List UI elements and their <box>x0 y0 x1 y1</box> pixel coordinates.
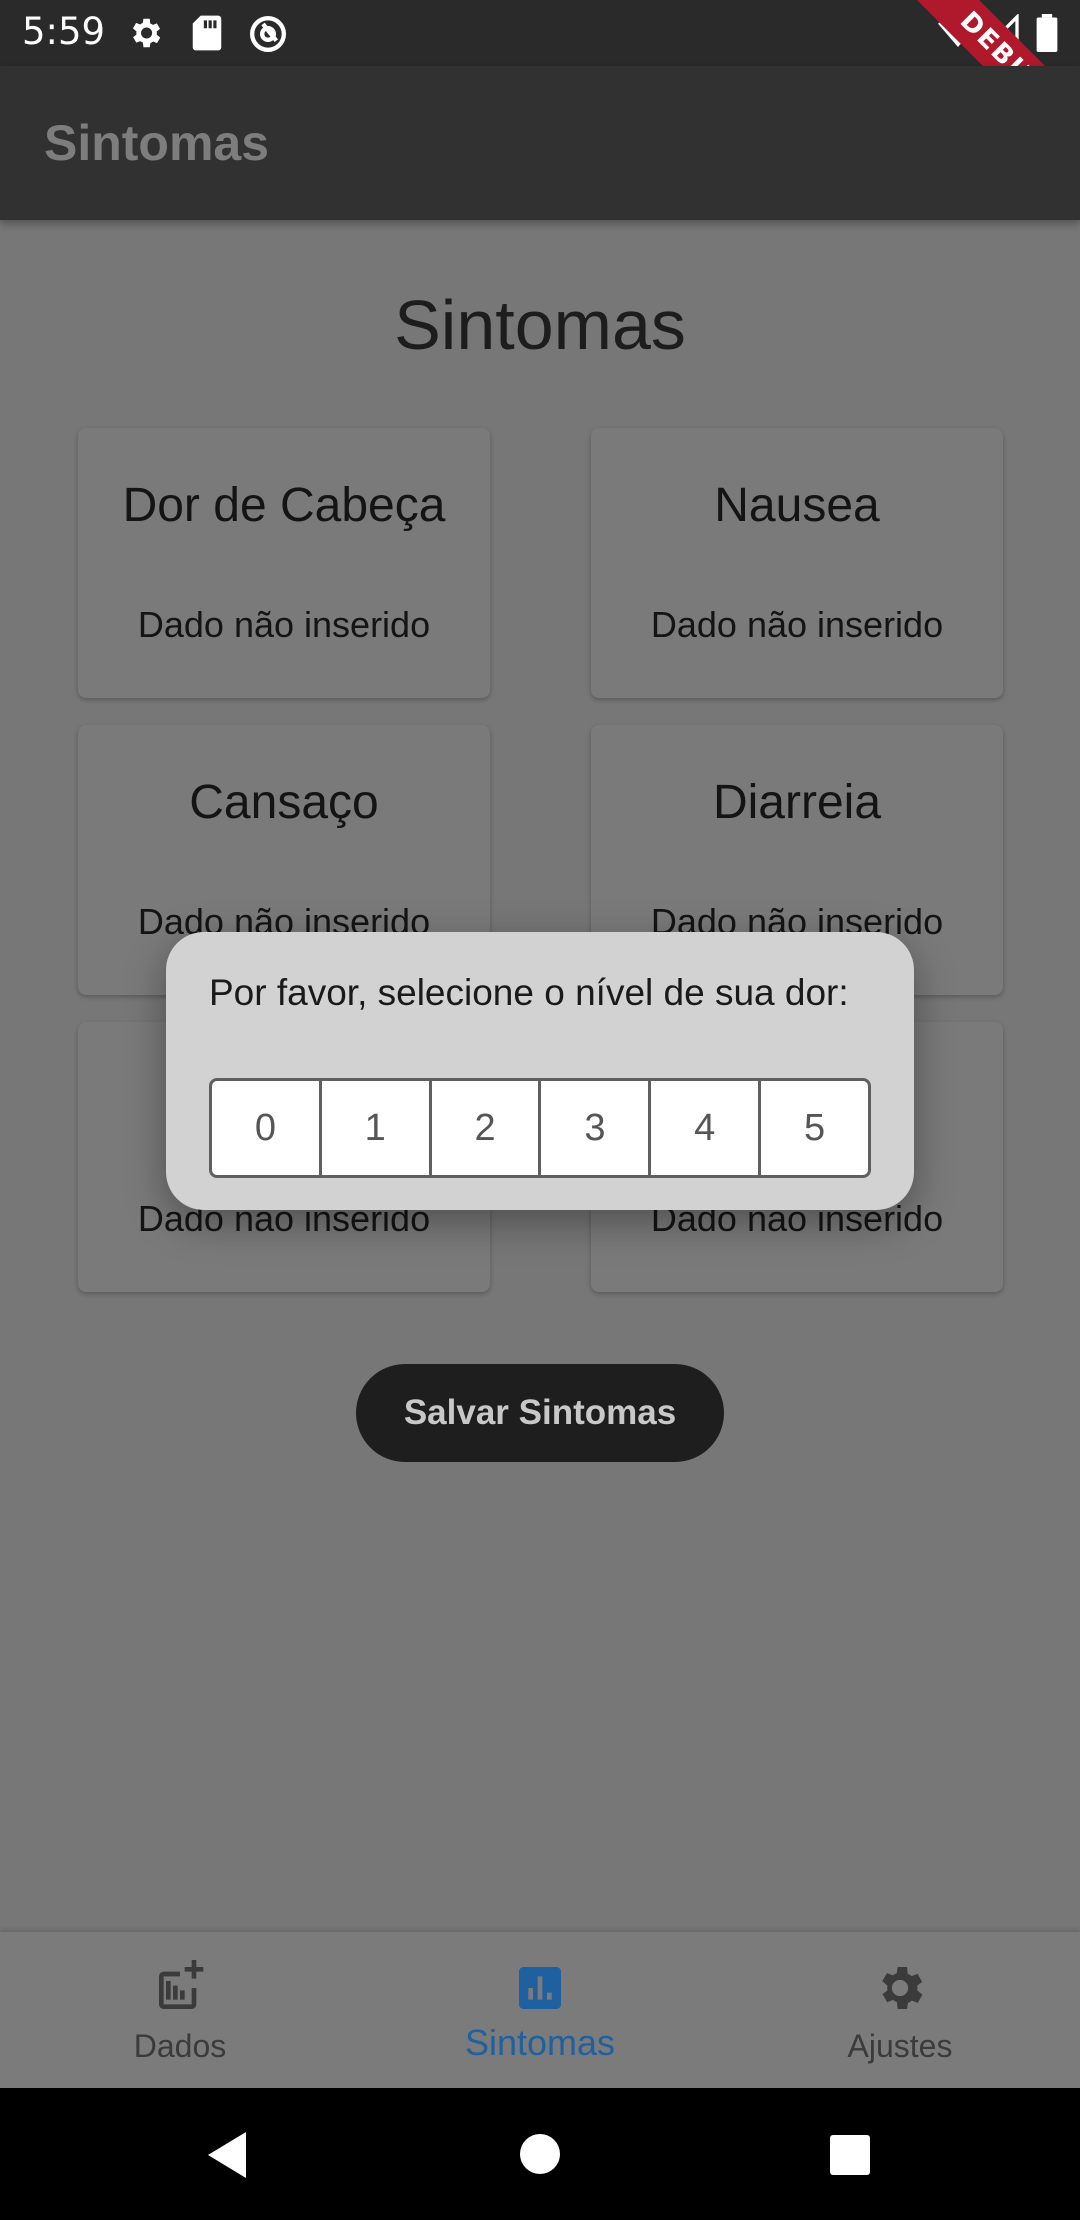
nav-label-dados: Dados <box>133 2028 227 2064</box>
home-icon[interactable] <box>518 2132 562 2181</box>
status-time: 5:59 <box>22 10 106 53</box>
nav-item-dados[interactable]: Dados <box>0 1932 360 2088</box>
level-button-3[interactable]: 3 <box>541 1081 652 1175</box>
symptom-card-headache[interactable]: Dor de Cabeça Dado não inserido <box>78 428 490 698</box>
symptom-card-nausea[interactable]: Nausea Dado não inserido <box>591 428 1003 698</box>
status-bar: 5:59 DEBUG <box>0 0 1080 170</box>
nav-item-ajustes[interactable]: Ajustes <box>720 1932 1080 2088</box>
settings-status-icon <box>126 14 164 57</box>
save-symptoms-button[interactable]: Salvar Sintomas <box>356 1364 724 1462</box>
sd-card-icon <box>190 14 224 57</box>
level-button-0[interactable]: 0 <box>212 1081 322 1175</box>
bar-chart-icon <box>512 1960 568 2016</box>
level-button-2[interactable]: 2 <box>432 1081 542 1175</box>
card-value: Dado não inserido <box>650 604 944 645</box>
card-title: Nausea <box>714 479 880 532</box>
level-button-1[interactable]: 1 <box>322 1081 432 1175</box>
recents-icon[interactable] <box>829 2134 871 2181</box>
card-title: Dor de Cabeça <box>122 479 446 532</box>
gear-icon <box>872 1960 928 2016</box>
nav-label-ajustes: Ajustes <box>847 2028 953 2064</box>
card-title: Diarreia <box>712 776 882 829</box>
pain-level-selector: 0 1 2 3 4 5 <box>209 1078 871 1178</box>
dialog-prompt: Por favor, selecione o nível de sua dor: <box>209 972 849 1013</box>
page-title: Sintomas <box>394 286 686 364</box>
level-button-5[interactable]: 5 <box>761 1081 868 1175</box>
level-button-4[interactable]: 4 <box>651 1081 762 1175</box>
app-bar: Sintomas <box>0 66 1080 220</box>
bottom-nav: Dados Sintomas Ajustes <box>0 1932 1080 2088</box>
nav-label-sintomas: Sintomas <box>464 2022 616 2063</box>
at-sign-icon <box>248 14 288 59</box>
system-nav-bar <box>0 2088 1080 2220</box>
pain-level-dialog: Por favor, selecione o nível de sua dor:… <box>166 932 914 1210</box>
add-chart-icon <box>152 1960 208 2016</box>
nav-item-sintomas[interactable]: Sintomas <box>360 1932 720 2088</box>
card-value: Dado não inserido <box>137 604 431 645</box>
card-title: Cansaço <box>189 776 379 829</box>
back-icon[interactable] <box>204 2130 250 2185</box>
app-bar-title: Sintomas <box>44 115 270 171</box>
